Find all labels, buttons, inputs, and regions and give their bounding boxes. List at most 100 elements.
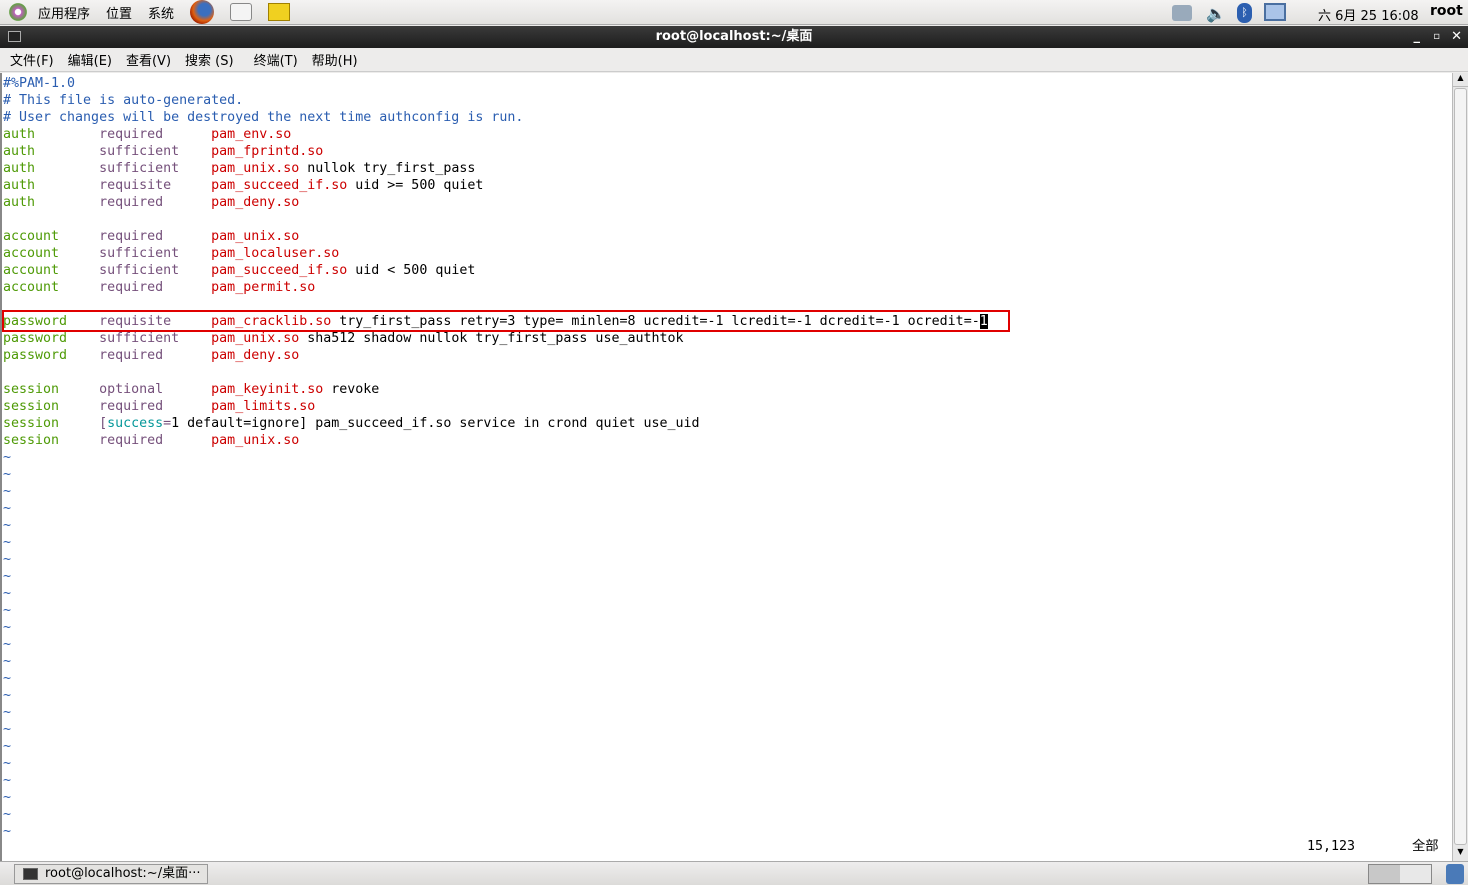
editor-line: password required pam_deny.so [3, 347, 299, 364]
line-token: auth [3, 127, 36, 142]
line-token: pam_succeed_if.so [211, 263, 348, 278]
line-token [171, 178, 211, 193]
line-token: pam_localuser.so [211, 246, 340, 261]
line-token: requisite [99, 178, 172, 193]
line-token [163, 280, 211, 295]
line-token: revoke [323, 382, 380, 397]
line-token: required [99, 280, 164, 295]
line-token [59, 246, 99, 261]
gnome-foot-icon[interactable] [8, 2, 28, 22]
line-token: account [3, 263, 60, 278]
empty-line-tilde: ~ [3, 688, 12, 703]
close-button[interactable]: ✕ [1451, 26, 1462, 48]
volume-icon[interactable]: 🔈 [1206, 4, 1226, 23]
menu-help[interactable]: 帮助(H) [312, 50, 358, 69]
line-token: auth [3, 161, 36, 176]
line-token [179, 161, 211, 176]
line-token: pam_keyinit.so [211, 382, 324, 397]
menubar: 文件(F) 编辑(E) 查看(V) 搜索 (S) 终端(T) 帮助(H) [0, 48, 1468, 72]
line-token: pam_limits.so [211, 399, 316, 414]
line-token: required [99, 399, 164, 414]
line-token: pam_deny.so [211, 348, 300, 363]
empty-line-tilde: ~ [3, 518, 12, 533]
trash-icon[interactable] [1446, 864, 1464, 884]
editor-line: # User changes will be destroyed the nex… [3, 109, 523, 126]
editor-line: # This file is auto-generated. [3, 92, 243, 109]
empty-line-tilde: ~ [3, 535, 12, 550]
line-token: required [99, 348, 164, 363]
line-token [163, 399, 211, 414]
notes-icon[interactable] [268, 3, 291, 21]
line-token [163, 382, 211, 397]
menu-view[interactable]: 查看(V) [126, 50, 171, 69]
line-token: required [99, 195, 164, 210]
menu-search[interactable]: 搜索 (S) [185, 50, 234, 69]
editor-line: auth requisite pam_succeed_if.so uid >= … [3, 177, 483, 194]
menu-terminal[interactable]: 终端(T) [254, 50, 298, 69]
maximize-button[interactable]: ▫ [1433, 26, 1440, 48]
bluetooth-icon[interactable]: ᛒ [1237, 3, 1252, 23]
line-token: session [3, 399, 60, 414]
network-icon[interactable] [1172, 5, 1192, 21]
mail-icon[interactable] [230, 3, 253, 21]
line-token: account [3, 229, 60, 244]
empty-line-tilde: ~ [3, 756, 12, 771]
line-token [35, 161, 99, 176]
empty-line-tilde: ~ [3, 484, 12, 499]
line-token [59, 382, 99, 397]
line-token: pam_permit.so [211, 280, 316, 295]
line-token: pam_unix.so [211, 229, 300, 244]
cursor-position: 15,123 [1307, 839, 1356, 854]
line-token: sha512 shadow nullok try_first_pass use_… [299, 331, 684, 346]
window-titlebar[interactable]: root@localhost:~/桌面 _ ▫ ✕ [0, 26, 1468, 48]
empty-line-tilde: ~ [3, 501, 12, 516]
menu-system[interactable]: 系统 [148, 3, 174, 22]
menu-edit[interactable]: 编辑(E) [68, 50, 112, 69]
scroll-thumb[interactable] [1454, 88, 1467, 845]
line-token: sufficient [99, 161, 180, 176]
menu-applications[interactable]: 应用程序 [38, 3, 90, 22]
line-token: sufficient [99, 263, 180, 278]
empty-line-tilde: ~ [3, 722, 12, 737]
line-token [163, 127, 211, 142]
line-token: session [3, 433, 60, 448]
scroll-down-arrow[interactable]: ▼ [1453, 847, 1468, 861]
line-token [59, 416, 99, 431]
editor-line: account required pam_unix.so [3, 228, 299, 245]
minimize-button[interactable]: _ [1414, 26, 1421, 48]
line-token [67, 348, 99, 363]
line-token: sufficient [99, 331, 180, 346]
text-cursor: 1 [979, 314, 988, 329]
line-token: pam_fprintd.so [211, 144, 324, 159]
editor-line: session required pam_unix.so [3, 432, 299, 449]
line-token [35, 195, 99, 210]
empty-line-tilde: ~ [3, 790, 12, 805]
empty-line-tilde: ~ [3, 569, 12, 584]
empty-line-tilde: ~ [3, 586, 12, 601]
taskbar-item-label: root@localhost:~/桌面··· [45, 866, 201, 881]
terminal-vim-editor[interactable]: #%PAM-1.0 # This file is auto-generated. #… [0, 73, 1452, 861]
workspace-switcher[interactable] [1368, 864, 1432, 884]
display-icon[interactable] [1264, 3, 1286, 21]
menu-places[interactable]: 位置 [106, 3, 132, 22]
line-token [35, 178, 99, 193]
line-token: 1 default=ignore] pam_succeed_if.so serv… [171, 416, 700, 431]
user-name[interactable]: root [1430, 3, 1463, 19]
line-token: session [3, 382, 60, 397]
editor-line: auth sufficient pam_unix.so nullok try_f… [3, 160, 475, 177]
line-token: session [3, 416, 60, 431]
line-token: password [3, 314, 68, 329]
line-token [59, 229, 99, 244]
line-token: pam_succeed_if.so [211, 178, 348, 193]
line-token [35, 144, 99, 159]
clock[interactable]: 六 6月 25 16:08 [1318, 5, 1419, 24]
taskbar-item-terminal[interactable]: root@localhost:~/桌面··· [14, 864, 208, 884]
scroll-up-arrow[interactable]: ▲ [1453, 73, 1468, 87]
line-token: account [3, 280, 60, 295]
line-token [179, 263, 211, 278]
line-token: pam_unix.so [211, 433, 300, 448]
menu-file[interactable]: 文件(F) [10, 50, 54, 69]
firefox-icon[interactable] [190, 0, 215, 24]
line-token: required [99, 433, 164, 448]
scrollbar[interactable]: ▲ ▼ [1452, 73, 1468, 861]
